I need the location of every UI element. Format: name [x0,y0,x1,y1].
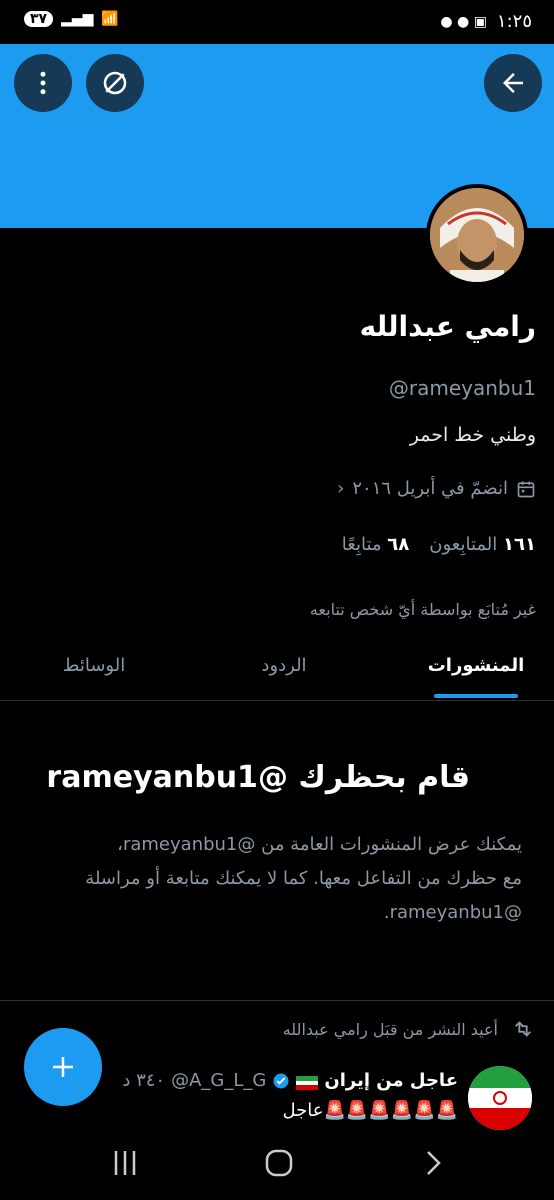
back-arrow-icon [503,73,523,93]
followers-count: ١٦١ [503,534,536,555]
tab-media-label: الوسائط [62,655,126,676]
back-nav-button[interactable] [422,1148,446,1182]
tab-replies-label: الردود [261,655,307,676]
post-time: ٣٤٠ د [122,1070,166,1091]
wifi-icon: 📶 [101,11,119,27]
profile-name: رامي عبدالله [359,310,536,343]
profile-handle: @rameyanbu1 [388,376,536,400]
home-button[interactable] [264,1148,294,1182]
recents-icon [114,1151,136,1175]
post-author-handle: @A_G_L_G [171,1070,267,1091]
divider [0,1000,554,1001]
blocked-line-2: مع حظرك من التفاعل معها. كما لا يمكنك مت… [85,868,522,889]
following-count: ٦٨ [387,534,410,555]
joined-label: انضمّ في أبريل ٢٠١٦ [352,478,508,499]
post-header[interactable]: عاجل من إيران @A_G_L_G ٣٤٠ د [122,1070,458,1091]
chevron-right-icon [427,1151,441,1175]
compose-button[interactable] [24,1028,102,1106]
notification-icons: ● ● ▣ [440,13,487,30]
system-nav-bar [0,1130,554,1200]
iran-flag-icon [296,1074,319,1090]
avatar-image [430,188,524,282]
post-author-name: عاجل من إيران [324,1070,458,1091]
repost-label: أعيد النشر من قبَل رامي عبدالله [282,1019,498,1039]
back-button[interactable] [484,54,542,112]
followers-link[interactable]: ١٦١ المتابِعون [429,534,536,555]
not-followed-notice: غير مُتابَع بواسطة أيّ شخص تتابعه [309,600,536,619]
repost-indicator: أعيد النشر من قبَل رامي عبدالله [283,1018,534,1040]
following-link[interactable]: ٦٨ متابِعًا [342,534,409,555]
tab-posts[interactable]: المنشورات [416,640,536,700]
grok-button[interactable] [86,54,144,112]
profile-tabs: المنشورات الردود الوسائط [0,640,554,701]
plus-icon [53,1057,73,1077]
joined-date[interactable]: انضمّ في أبريل ٢٠١٦ ‹ [337,478,536,499]
tab-posts-label: المنشورات [427,655,525,676]
more-options-button[interactable] [14,54,72,112]
following-label: متابِعًا [341,534,382,555]
profile-bio: وطني خط احمر [409,424,536,446]
iran-flag-image [468,1066,532,1130]
blocked-line-1: يمكنك عرض المنشورات العامة من @rameyanbu… [117,834,522,855]
follow-counts: ١٦١ المتابِعون ٦٨ متابِعًا [342,534,536,555]
tab-media[interactable]: الوسائط [34,640,154,700]
status-bar: ٣٧ ▂▄▆ 📶 ● ● ▣ ١:٢٥ [0,0,554,44]
verified-icon [273,1073,289,1088]
chevron-icon: ‹ [337,478,345,499]
clock: ١:٢٥ [496,11,532,32]
blocked-title: قام بحظرك @rameyanbu1 [46,760,470,795]
post-text: 🚨🚨🚨🚨🚨🚨عاجل [282,1100,458,1121]
signal-icon: ▂▄▆ [61,11,94,27]
more-vertical-icon [40,71,46,95]
post-author-avatar[interactable] [468,1066,532,1130]
blocked-message: يمكنك عرض المنشورات العامة من @rameyanbu… [22,828,522,930]
tab-replies[interactable]: الردود [224,640,344,700]
blocked-line-3: @rameyanbu1. [383,902,522,923]
home-icon [265,1149,293,1177]
repost-icon [515,1021,531,1037]
battery-indicator: ٣٧ [24,11,54,27]
profile-avatar[interactable] [426,184,528,286]
tab-indicator [434,694,518,698]
status-left: ٣٧ ▂▄▆ 📶 [24,11,119,27]
calendar-icon [517,481,535,497]
grok-icon [103,71,127,95]
followers-label: المتابِعون [429,534,498,555]
status-right: ● ● ▣ ١:٢٥ [440,11,532,32]
recent-apps-button[interactable] [112,1148,138,1182]
